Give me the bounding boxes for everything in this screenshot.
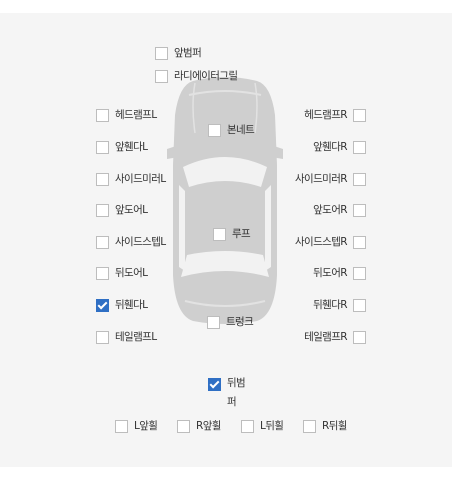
- checkbox-rear-bumper[interactable]: [208, 378, 221, 391]
- option-front-fender-r[interactable]: 앞휀다R: [313, 141, 366, 154]
- option-headlamp-r[interactable]: 헤드램프R: [304, 109, 366, 122]
- checkbox-side-mirror-r[interactable]: [353, 173, 366, 186]
- option-label: 헤드램프L: [115, 109, 157, 121]
- option-wheel-rear-l[interactable]: L뒤휠: [241, 420, 284, 433]
- option-label: 라디에이터그릴: [174, 70, 238, 82]
- option-label: 사이드미러L: [115, 173, 166, 185]
- option-front-bumper[interactable]: 앞범퍼: [155, 47, 202, 60]
- option-label: 앞휀다R: [313, 141, 347, 153]
- checkbox-wheel-rear-l[interactable]: [241, 420, 254, 433]
- option-roof[interactable]: 루프: [213, 228, 251, 241]
- option-rear-bumper[interactable]: 뒤범퍼: [208, 377, 251, 412]
- option-label: 뒤휀다R: [313, 299, 347, 311]
- checkbox-front-door-r[interactable]: [353, 204, 366, 217]
- option-wheel-front-l[interactable]: L앞휠: [115, 420, 158, 433]
- option-rear-door-r[interactable]: 뒤도어R: [313, 267, 366, 280]
- checkbox-wheel-front-r[interactable]: [177, 420, 190, 433]
- checkbox-headlamp-r[interactable]: [353, 109, 366, 122]
- checkbox-bonnet[interactable]: [208, 124, 221, 137]
- option-front-fender-l[interactable]: 앞휀다L: [96, 141, 148, 154]
- option-label: 사이드스텝R: [295, 236, 348, 248]
- option-label: 뒤도어R: [313, 267, 347, 279]
- option-side-step-l[interactable]: 사이드스텝L: [96, 236, 166, 249]
- checkbox-trunk[interactable]: [207, 316, 220, 329]
- option-label: 헤드램프R: [304, 109, 348, 121]
- checkbox-side-step-r[interactable]: [353, 236, 366, 249]
- option-label: 뒤도어L: [115, 267, 148, 279]
- option-label: R앞휠: [196, 420, 221, 432]
- checkbox-side-mirror-l[interactable]: [96, 173, 109, 186]
- checkbox-radiator-grill[interactable]: [155, 70, 168, 83]
- option-front-door-l[interactable]: 앞도어L: [96, 204, 148, 217]
- option-front-door-r[interactable]: 앞도어R: [313, 204, 366, 217]
- car-top-view-icon: [167, 77, 283, 324]
- option-label: 앞도어R: [313, 204, 347, 216]
- option-label: 루프: [232, 228, 251, 240]
- option-side-mirror-r[interactable]: 사이드미러R: [295, 173, 366, 186]
- checkbox-headlamp-l[interactable]: [96, 109, 109, 122]
- option-headlamp-l[interactable]: 헤드램프L: [96, 109, 157, 122]
- option-trunk[interactable]: 트렁크: [207, 316, 254, 329]
- checkbox-wheel-front-l[interactable]: [115, 420, 128, 433]
- checkbox-wheel-rear-r[interactable]: [303, 420, 316, 433]
- option-label: 뒤범퍼: [227, 377, 246, 408]
- checkbox-rear-door-l[interactable]: [96, 267, 109, 280]
- option-side-mirror-l[interactable]: 사이드미러L: [96, 173, 166, 186]
- option-label: 사이드미러R: [295, 173, 348, 185]
- checkbox-side-step-l[interactable]: [96, 236, 109, 249]
- checkbox-front-bumper[interactable]: [155, 47, 168, 60]
- option-label: R뒤휠: [322, 420, 347, 432]
- option-label: 앞범퍼: [174, 47, 202, 59]
- option-label: 트렁크: [226, 316, 254, 328]
- option-side-step-r[interactable]: 사이드스텝R: [295, 236, 366, 249]
- option-rear-door-l[interactable]: 뒤도어L: [96, 267, 148, 280]
- checkbox-front-fender-r[interactable]: [353, 141, 366, 154]
- option-label: 뒤휀다L: [115, 299, 148, 311]
- option-radiator-grill[interactable]: 라디에이터그릴: [155, 70, 238, 83]
- checkbox-taillamp-l[interactable]: [96, 331, 109, 344]
- option-label: 앞휀다L: [115, 141, 148, 153]
- option-label: 앞도어L: [115, 204, 148, 216]
- checkbox-front-fender-l[interactable]: [96, 141, 109, 154]
- option-rear-fender-l[interactable]: 뒤휀다L: [96, 299, 148, 312]
- checkbox-roof[interactable]: [213, 228, 226, 241]
- option-taillamp-r[interactable]: 테일램프R: [304, 331, 366, 344]
- checkbox-front-door-l[interactable]: [96, 204, 109, 217]
- option-wheel-rear-r[interactable]: R뒤휠: [303, 420, 347, 433]
- option-label: 사이드스텝L: [115, 236, 166, 248]
- option-wheel-front-r[interactable]: R앞휠: [177, 420, 221, 433]
- option-label: 테일램프L: [115, 331, 157, 343]
- option-bonnet[interactable]: 본네트: [208, 124, 255, 137]
- checkbox-rear-fender-r[interactable]: [353, 299, 366, 312]
- checkbox-rear-door-r[interactable]: [353, 267, 366, 280]
- option-taillamp-l[interactable]: 테일램프L: [96, 331, 157, 344]
- option-label: L앞휠: [134, 420, 158, 432]
- option-label: 테일램프R: [304, 331, 348, 343]
- option-label: L뒤휠: [260, 420, 284, 432]
- option-rear-fender-r[interactable]: 뒤휀다R: [313, 299, 366, 312]
- checkbox-taillamp-r[interactable]: [353, 331, 366, 344]
- checkbox-rear-fender-l[interactable]: [96, 299, 109, 312]
- option-label: 본네트: [227, 124, 255, 136]
